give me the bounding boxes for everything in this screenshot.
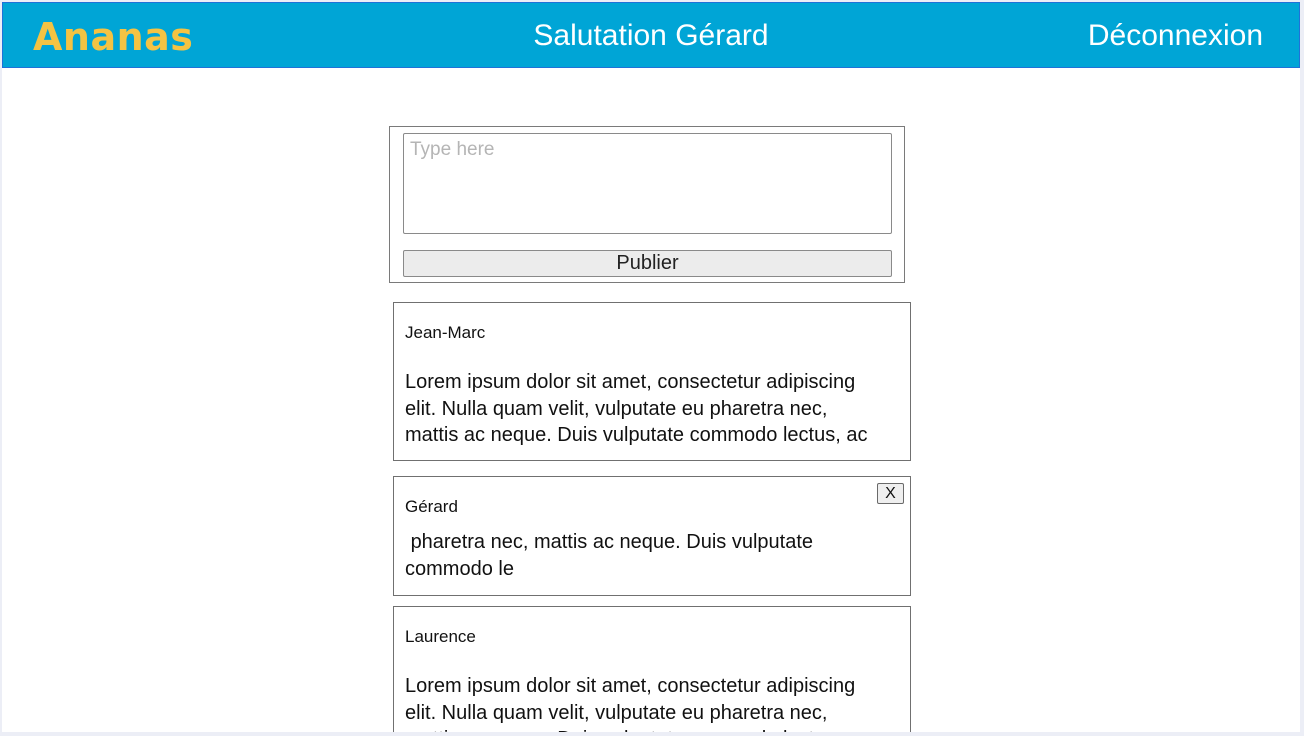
post-body: pharetra nec, mattis ac neque. Duis vulp… [405, 531, 819, 580]
publish-button[interactable]: Publier [403, 250, 892, 277]
post-card: Jean-Marc Lorem ipsum dolor sit amet, co… [393, 302, 911, 461]
post-author: Laurence [405, 627, 476, 646]
post-body: Lorem ipsum dolor sit amet, consectetur … [405, 371, 868, 446]
post-composer: Publier [389, 126, 905, 283]
post-input[interactable] [403, 133, 892, 234]
post-author: Jean-Marc [405, 323, 486, 342]
post-body: Lorem ipsum dolor sit amet, consectetur … [405, 675, 867, 732]
post-author: Gérard [405, 497, 458, 516]
post-card: Laurence Lorem ipsum dolor sit amet, con… [393, 606, 911, 732]
app-window: Ananas Salutation Gérard Déconnexion Pub… [2, 2, 1300, 732]
logout-link[interactable]: Déconnexion [1088, 18, 1263, 54]
post-card: X Gérard pharetra nec, mattis ac neque. … [393, 476, 911, 596]
top-bar: Ananas Salutation Gérard Déconnexion [2, 2, 1300, 68]
delete-post-button[interactable]: X [877, 483, 904, 504]
